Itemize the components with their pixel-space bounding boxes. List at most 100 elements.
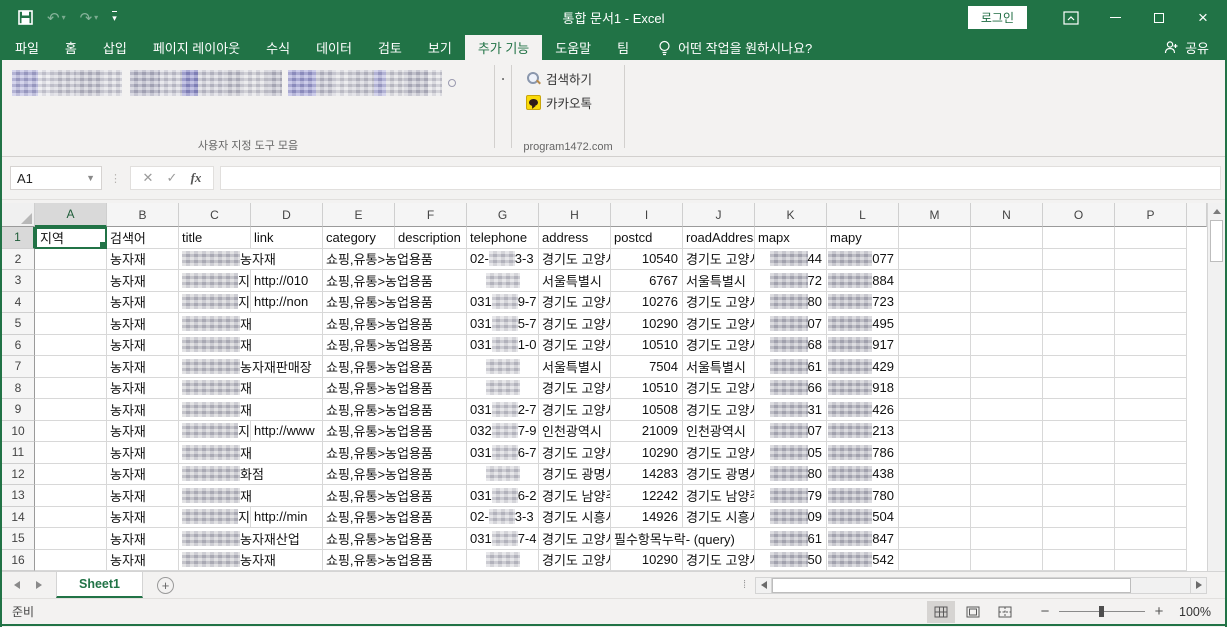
cell-E4[interactable]: 쇼핑,유통>농업용품 <box>323 292 467 314</box>
cell-N3[interactable] <box>971 270 1043 292</box>
cell-O11[interactable] <box>1043 442 1115 464</box>
cell-C16[interactable]: 농자재 <box>179 550 323 572</box>
cell-C5[interactable]: 재 <box>179 313 323 335</box>
cell-H6[interactable]: 경기도 고양시 <box>539 335 611 357</box>
column-header-A[interactable]: A <box>35 203 107 227</box>
cell-B5[interactable]: 농자재 <box>107 313 179 335</box>
cell-H16[interactable]: 경기도 고양시 <box>539 550 611 572</box>
blurred-button[interactable] <box>38 70 54 96</box>
ribbon-tab-파일[interactable]: 파일 <box>2 35 52 60</box>
kakaotalk-addin-button[interactable]: 카카오톡 <box>526 93 612 112</box>
cell-J10[interactable]: 인천광역시 <box>683 421 755 443</box>
cell-M3[interactable] <box>899 270 971 292</box>
cell-P7[interactable] <box>1115 356 1187 378</box>
cell-K15[interactable]: 61 <box>755 528 827 550</box>
cell-I1[interactable]: postcd <box>611 227 683 249</box>
page-layout-view-button[interactable] <box>959 601 987 623</box>
cell-P4[interactable] <box>1115 292 1187 314</box>
ribbon-tab-삽입[interactable]: 삽입 <box>90 35 140 60</box>
cell-O2[interactable] <box>1043 249 1115 271</box>
row-header-10[interactable]: 10 <box>2 421 35 443</box>
blurred-button[interactable] <box>268 70 282 96</box>
cell-G9[interactable]: 0312-7 <box>467 399 539 421</box>
cell-A7[interactable] <box>35 356 107 378</box>
cell-B10[interactable]: 농자재 <box>107 421 179 443</box>
row-header-9[interactable]: 9 <box>2 399 35 421</box>
cell-N14[interactable] <box>971 507 1043 529</box>
scroll-left-button[interactable] <box>755 577 772 594</box>
cell-E5[interactable]: 쇼핑,유통>농업용품 <box>323 313 467 335</box>
cell-C6[interactable]: 재 <box>179 335 323 357</box>
cell-G12[interactable] <box>467 464 539 486</box>
row-header-13[interactable]: 13 <box>2 485 35 507</box>
horizontal-scrollbar-track[interactable] <box>772 577 1190 594</box>
cell-P8[interactable] <box>1115 378 1187 400</box>
cell-H1[interactable]: address <box>539 227 611 249</box>
zoom-slider-thumb[interactable] <box>1099 606 1104 617</box>
blurred-button[interactable] <box>244 70 268 96</box>
ribbon-tab-홈[interactable]: 홈 <box>52 35 90 60</box>
cell-N5[interactable] <box>971 313 1043 335</box>
row-header-1[interactable]: 1 <box>2 227 35 249</box>
maximize-button[interactable] <box>1137 0 1181 35</box>
cell-L3[interactable]: 884 <box>827 270 899 292</box>
cell-D4[interactable]: http://non <box>251 292 323 314</box>
cell-N8[interactable] <box>971 378 1043 400</box>
cell-I8[interactable]: 10510 <box>611 378 683 400</box>
blurred-button[interactable] <box>224 70 244 96</box>
cell-J16[interactable]: 경기도 고양시 <box>683 550 755 572</box>
next-sheet-button[interactable] <box>36 581 42 589</box>
cell-L9[interactable]: 426 <box>827 399 899 421</box>
blurred-button[interactable] <box>130 70 160 96</box>
login-button[interactable]: 로그인 <box>968 6 1027 29</box>
cell-P12[interactable] <box>1115 464 1187 486</box>
cell-B13[interactable]: 농자재 <box>107 485 179 507</box>
cancel-formula-button[interactable]: ✕ <box>137 170 159 186</box>
column-header-C[interactable]: C <box>179 203 251 227</box>
cell-A9[interactable] <box>35 399 107 421</box>
cell-K7[interactable]: 61 <box>755 356 827 378</box>
row-header-7[interactable]: 7 <box>2 356 35 378</box>
cell-N6[interactable] <box>971 335 1043 357</box>
cell-E1[interactable]: category <box>323 227 395 249</box>
blurred-toolbar-buttons[interactable] <box>12 70 494 96</box>
cell-G14[interactable]: 02-3-3 <box>467 507 539 529</box>
cell-I9[interactable]: 10508 <box>611 399 683 421</box>
cell-G6[interactable]: 0311-0 <box>467 335 539 357</box>
cell-M14[interactable] <box>899 507 971 529</box>
column-header-L[interactable]: L <box>827 203 899 227</box>
scroll-right-button[interactable] <box>1190 577 1207 594</box>
cell-I13[interactable]: 12242 <box>611 485 683 507</box>
formula-bar-splitter[interactable]: ⋮ <box>110 172 122 185</box>
cell-A12[interactable] <box>35 464 107 486</box>
cell-B4[interactable]: 농자재 <box>107 292 179 314</box>
cell-E9[interactable]: 쇼핑,유통>농업용품 <box>323 399 467 421</box>
cell-A8[interactable] <box>35 378 107 400</box>
cell-A6[interactable] <box>35 335 107 357</box>
cell-K8[interactable]: 66 <box>755 378 827 400</box>
ribbon-tab-데이터[interactable]: 데이터 <box>303 35 365 60</box>
cell-C13[interactable]: 재 <box>179 485 323 507</box>
cell-B8[interactable]: 농자재 <box>107 378 179 400</box>
cell-N4[interactable] <box>971 292 1043 314</box>
column-header-G[interactable]: G <box>467 203 539 227</box>
cell-O4[interactable] <box>1043 292 1115 314</box>
cell-D10[interactable]: http://www <box>251 421 323 443</box>
cell-L11[interactable]: 786 <box>827 442 899 464</box>
cell-B9[interactable]: 농자재 <box>107 399 179 421</box>
row-header-6[interactable]: 6 <box>2 335 35 357</box>
cell-C14[interactable]: 지 <box>179 507 251 529</box>
cell-K14[interactable]: 09 <box>755 507 827 529</box>
cell-E12[interactable]: 쇼핑,유통>농업용품 <box>323 464 467 486</box>
column-header-N[interactable]: N <box>971 203 1043 227</box>
cell-P6[interactable] <box>1115 335 1187 357</box>
new-sheet-button[interactable]: + <box>157 577 174 594</box>
cell-H5[interactable]: 경기도 고양시 <box>539 313 611 335</box>
cell-I10[interactable]: 21009 <box>611 421 683 443</box>
cell-I16[interactable]: 10290 <box>611 550 683 572</box>
cell-H15[interactable]: 경기도 고양시 <box>539 528 611 550</box>
vertical-scrollbar-track[interactable] <box>1208 262 1225 567</box>
ribbon-tab-페이지 레이아웃[interactable]: 페이지 레이아웃 <box>140 35 253 60</box>
cell-K6[interactable]: 68 <box>755 335 827 357</box>
cell-L2[interactable]: 077 <box>827 249 899 271</box>
